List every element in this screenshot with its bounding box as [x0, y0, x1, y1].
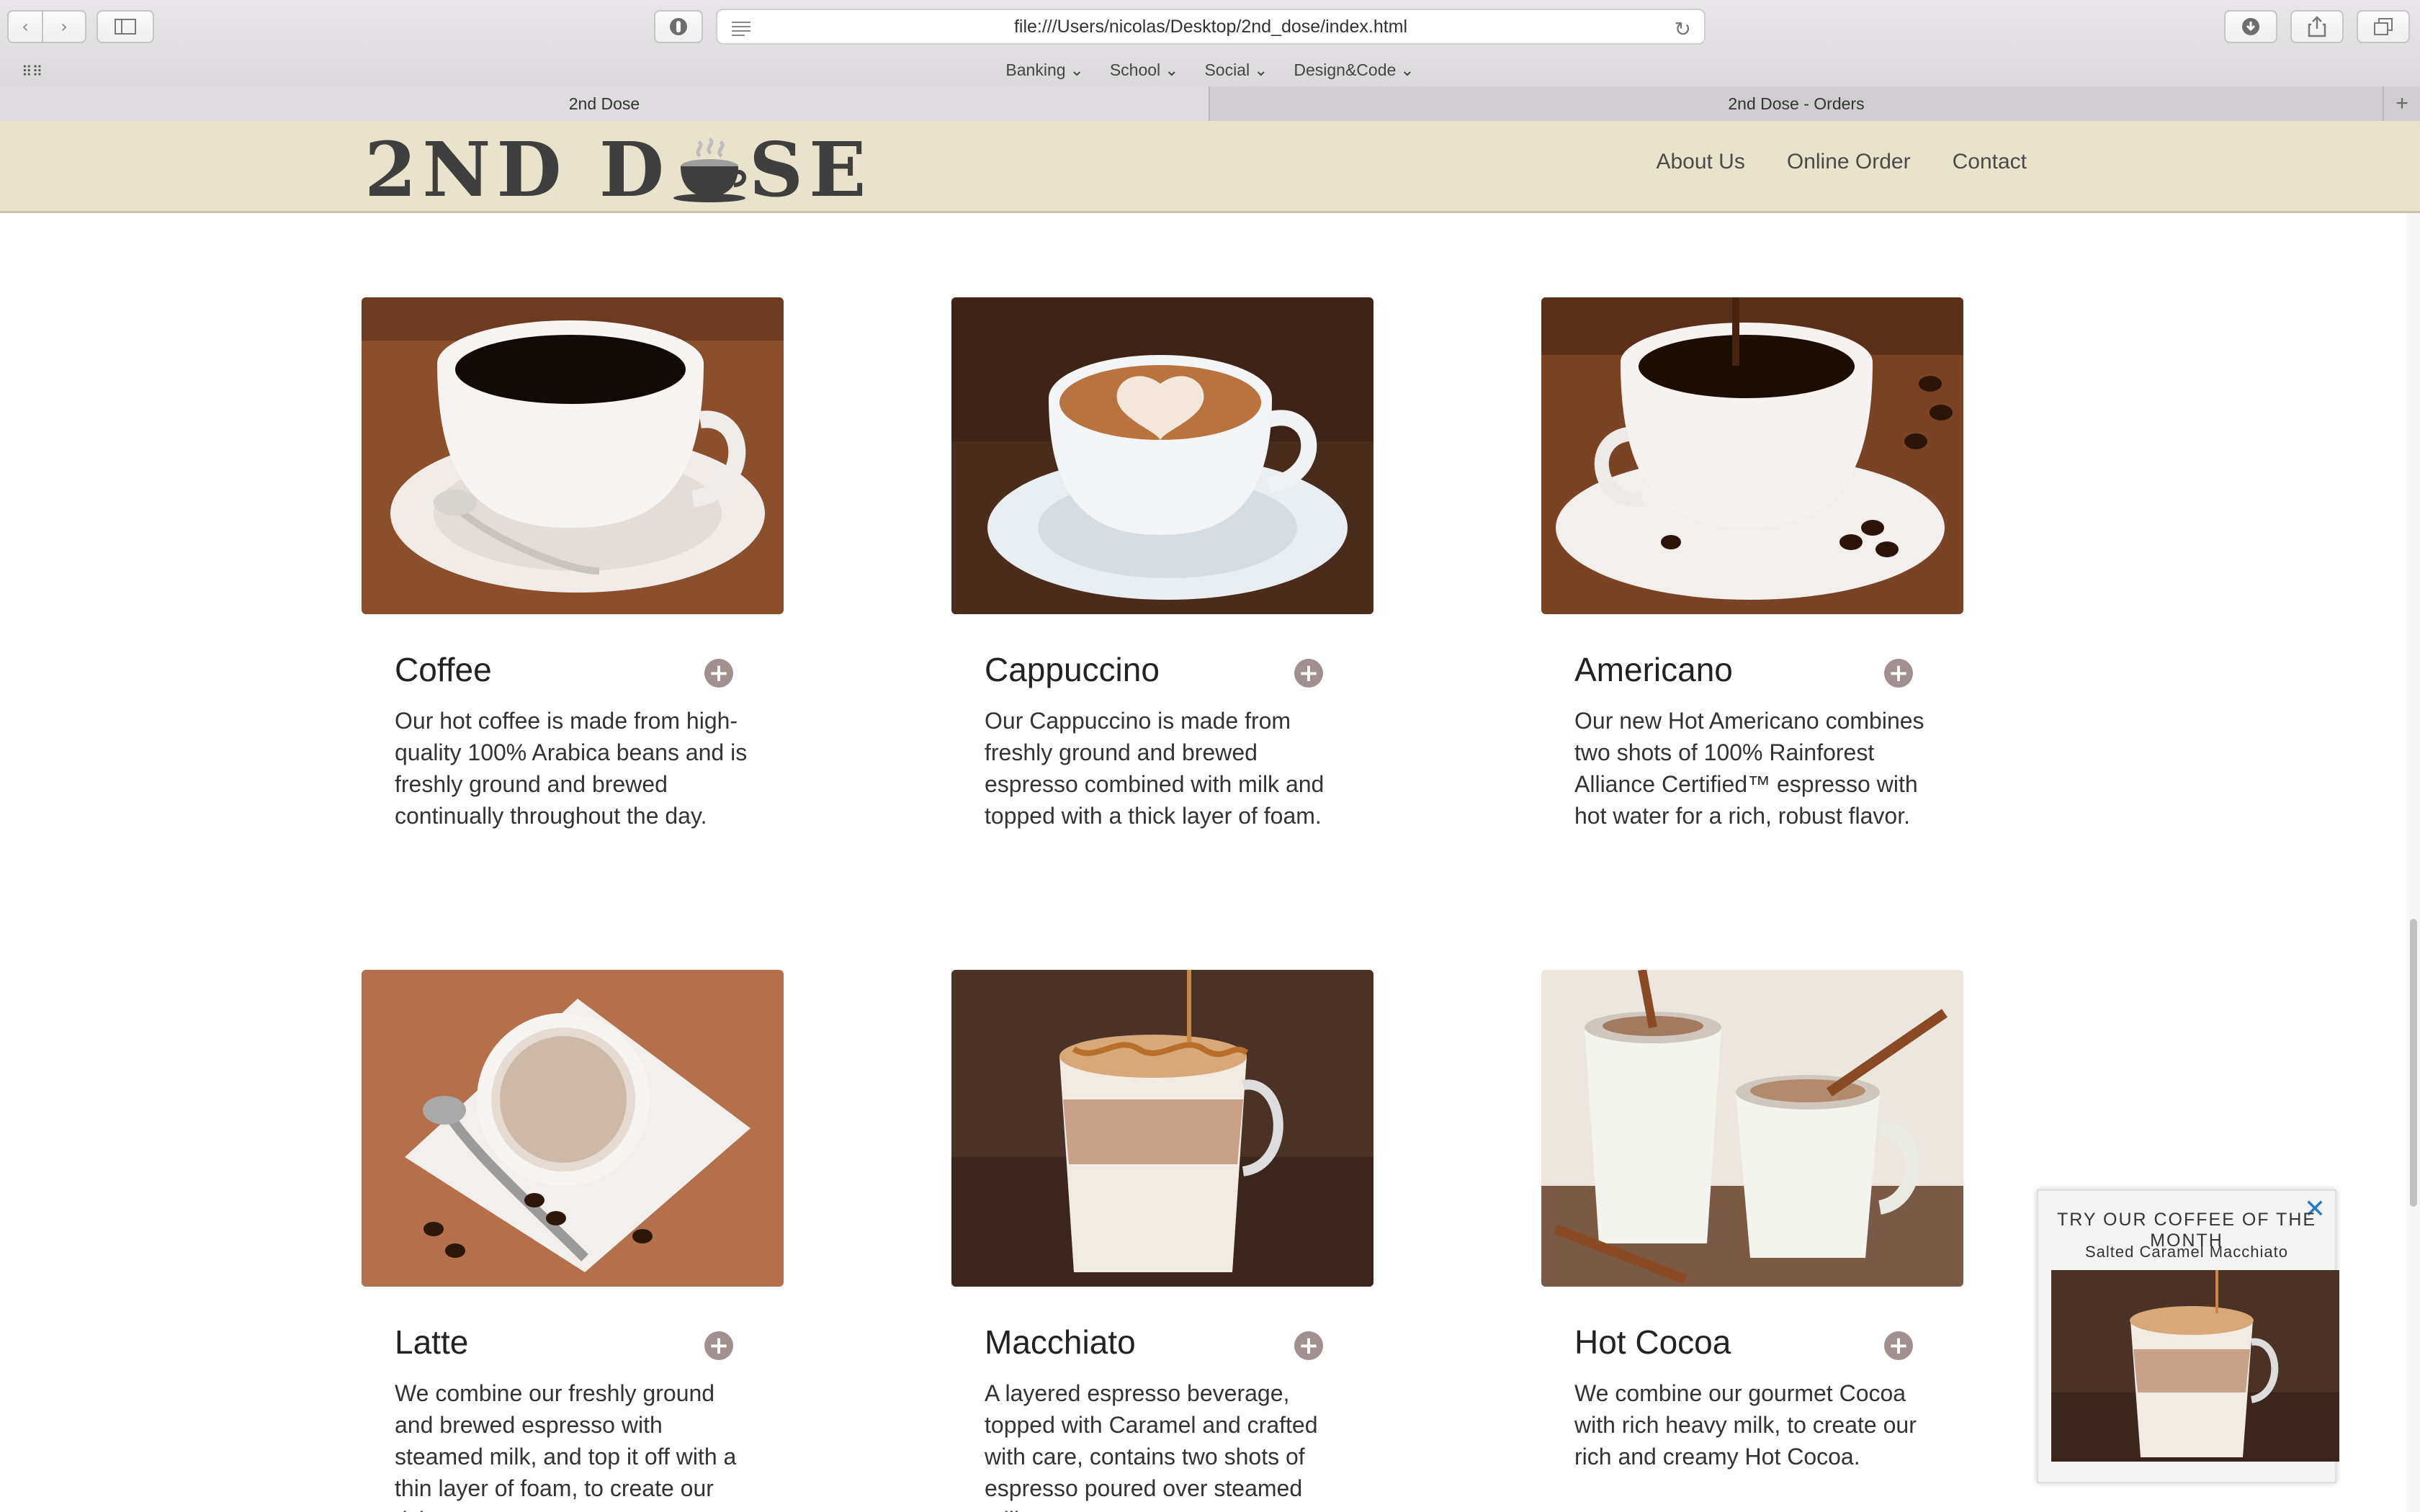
- nav-contact[interactable]: Contact: [1953, 150, 2027, 174]
- product-card-coffee: Coffee + Our hot coffee is made from hig…: [362, 297, 784, 829]
- nav-online-order[interactable]: Online Order: [1787, 150, 1911, 174]
- favorites-design-code[interactable]: Design&Code ⌄: [1294, 60, 1414, 80]
- download-icon: [2242, 18, 2259, 35]
- macchiato-image: [951, 970, 1373, 1287]
- product-description: We combine our gourmet Cocoa with rich h…: [1574, 1380, 1917, 1470]
- product-title: Coffee: [395, 651, 492, 688]
- nav-about-us[interactable]: About Us: [1656, 150, 1744, 174]
- favorites-label: School: [1109, 60, 1161, 79]
- coffee-cup-logo-icon: [673, 137, 746, 202]
- latte-image: [362, 970, 784, 1287]
- apps-grid-icon[interactable]: ⠿⠿: [22, 63, 45, 80]
- favorites-school[interactable]: School ⌄: [1110, 60, 1179, 80]
- logo-text-start: 2ND D: [364, 125, 671, 214]
- chevron-left-icon: ‹: [22, 17, 29, 37]
- tab-overview-button[interactable]: [2357, 10, 2410, 43]
- sidebar-icon: [115, 19, 136, 35]
- favorites-label: Social: [1204, 60, 1250, 79]
- add-cappuccino-button[interactable]: +: [1294, 659, 1323, 688]
- tab-2nd-dose-orders[interactable]: 2nd Dose - Orders: [1210, 86, 2384, 121]
- product-title: Macchiato: [985, 1323, 1136, 1361]
- product-title: Latte: [395, 1323, 469, 1361]
- url-text: file:///Users/nicolas/Desktop/2nd_dose/i…: [1013, 16, 1408, 37]
- favorites-social[interactable]: Social ⌄: [1204, 60, 1268, 80]
- scrollbar-thumb[interactable]: [2410, 919, 2417, 1207]
- downloads-button[interactable]: [2224, 10, 2277, 43]
- chevron-right-icon: ›: [60, 17, 68, 37]
- product-title: Americano: [1574, 651, 1733, 688]
- browser-toolbar: ‹ › file:///Users/nicolas/Desktop/2nd_do…: [0, 0, 2420, 54]
- forward-button[interactable]: ›: [42, 10, 86, 43]
- tab-label: 2nd Dose - Orders: [1728, 94, 1865, 113]
- favorites-bar: ⠿⠿ Banking ⌄ School ⌄ Social ⌄ Design&Code ⌄: [0, 54, 2420, 86]
- sidebar-toggle-button[interactable]: [97, 10, 154, 43]
- tab-2nd-dose[interactable]: 2nd Dose: [0, 86, 1210, 121]
- chevron-down-icon: ⌄: [1165, 60, 1179, 79]
- tab-label: 2nd Dose: [568, 94, 640, 113]
- product-title: Hot Cocoa: [1574, 1323, 1731, 1361]
- add-americano-button[interactable]: +: [1884, 659, 1913, 688]
- cappuccino-image: [951, 297, 1373, 614]
- add-macchiato-button[interactable]: +: [1294, 1331, 1323, 1360]
- site-logo[interactable]: 2ND D SE: [364, 125, 871, 214]
- tabs-icon: [2374, 18, 2393, 35]
- product-description: A layered espresso beverage, topped with…: [985, 1380, 1318, 1512]
- site-header: 2ND D SE About Us Online Order Contact: [0, 121, 2420, 214]
- page-scrollbar[interactable]: [2406, 213, 2420, 1512]
- americano-image: [1541, 297, 1963, 614]
- reader-icon[interactable]: [730, 19, 752, 37]
- share-button[interactable]: [2290, 10, 2344, 43]
- privacy-extension-button[interactable]: [654, 10, 703, 43]
- chevron-down-icon: ⌄: [1070, 60, 1084, 79]
- share-icon: [2308, 16, 2326, 37]
- coffee-image: [362, 297, 784, 614]
- new-tab-button[interactable]: +: [2384, 86, 2420, 121]
- product-card-macchiato: Macchiato + A layered espresso beverage,…: [951, 970, 1373, 1512]
- favorites-banking[interactable]: Banking ⌄: [1005, 60, 1083, 80]
- add-latte-button[interactable]: +: [704, 1331, 733, 1360]
- add-hot-cocoa-button[interactable]: +: [1884, 1331, 1913, 1360]
- chevron-down-icon: ⌄: [1254, 60, 1268, 79]
- site-nav: About Us Online Order Contact: [1656, 150, 2027, 174]
- product-card-hot-cocoa: Hot Cocoa + We combine our gourmet Cocoa…: [1541, 970, 1963, 1470]
- hot-cocoa-image: [1541, 970, 1963, 1287]
- product-description: We combine our freshly ground and brewed…: [395, 1380, 737, 1512]
- back-button[interactable]: ‹: [7, 10, 43, 43]
- product-description: Our hot coffee is made from high-quality…: [395, 708, 748, 829]
- browser-chrome: ‹ › file:///Users/nicolas/Desktop/2nd_do…: [0, 0, 2420, 121]
- coffee-of-month-popup: ✕ TRY OUR COFFEE OF THE MONTH Salted Car…: [2037, 1189, 2339, 1483]
- address-bar[interactable]: file:///Users/nicolas/Desktop/2nd_dose/i…: [716, 9, 1706, 45]
- product-title: Cappuccino: [985, 651, 1160, 688]
- logo-text-end: SE: [749, 125, 872, 214]
- tab-bar: 2nd Dose 2nd Dose - Orders +: [0, 86, 2420, 121]
- popup-subtitle: Salted Caramel Macchiato: [2084, 1243, 2288, 1261]
- product-description: Our Cappuccino is made from freshly grou…: [985, 708, 1325, 829]
- favorites-label: Design&Code: [1294, 60, 1397, 79]
- product-description: Our new Hot Americano combines two shots…: [1574, 708, 1924, 829]
- popup-macchiato-image[interactable]: [2051, 1270, 2339, 1462]
- product-card-americano: Americano + Our new Hot Americano combin…: [1541, 297, 1963, 829]
- chevron-down-icon: ⌄: [1400, 60, 1415, 79]
- add-coffee-button[interactable]: +: [704, 659, 733, 688]
- product-card-latte: Latte + We combine our freshly ground an…: [362, 970, 784, 1512]
- shield-icon: [670, 18, 687, 35]
- product-card-cappuccino: Cappuccino + Our Cappuccino is made from…: [951, 297, 1373, 829]
- reload-icon[interactable]: ↻: [1675, 17, 1691, 41]
- favorites-label: Banking: [1005, 60, 1066, 79]
